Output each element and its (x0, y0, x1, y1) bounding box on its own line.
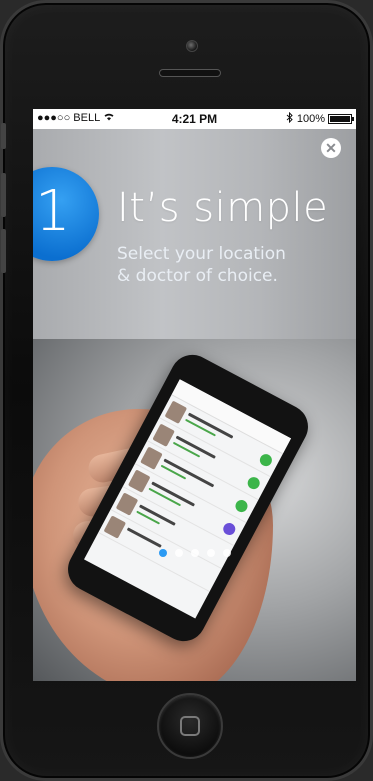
volume-down-button (1, 229, 6, 273)
home-square-icon (180, 716, 200, 736)
status-bar: ●●●○○ BELL 4:21 PM 100% (33, 109, 356, 129)
page-dot[interactable] (174, 549, 183, 557)
page-dot[interactable] (190, 549, 199, 557)
front-camera (186, 40, 198, 52)
battery-percent: 100% (296, 113, 325, 125)
page-indicator[interactable] (33, 549, 356, 557)
mute-switch (1, 123, 6, 149)
subtitle-line-2: & doctor of choice. (117, 266, 278, 286)
phone-screen: ●●●○○ BELL 4:21 PM 100% ✕ 1 It’s simple (33, 109, 356, 681)
onboarding-subtitle: Select your location & doctor of choice. (117, 243, 337, 287)
step-number: 1 (35, 179, 71, 244)
page-dot[interactable] (158, 549, 167, 557)
home-button[interactable] (157, 693, 223, 759)
bluetooth-icon (286, 111, 293, 126)
volume-up-button (1, 173, 6, 217)
close-icon: ✕ (325, 139, 337, 156)
page-dot[interactable] (222, 549, 231, 557)
iphone-frame: ●●●○○ BELL 4:21 PM 100% ✕ 1 It’s simple (0, 0, 373, 781)
earpiece-speaker (159, 69, 221, 77)
subtitle-line-1: Select your location (117, 244, 286, 264)
page-dot[interactable] (206, 549, 215, 557)
battery-icon (328, 114, 354, 124)
close-button[interactable]: ✕ (321, 138, 341, 158)
onboarding-headline: It’s simple (117, 185, 329, 231)
